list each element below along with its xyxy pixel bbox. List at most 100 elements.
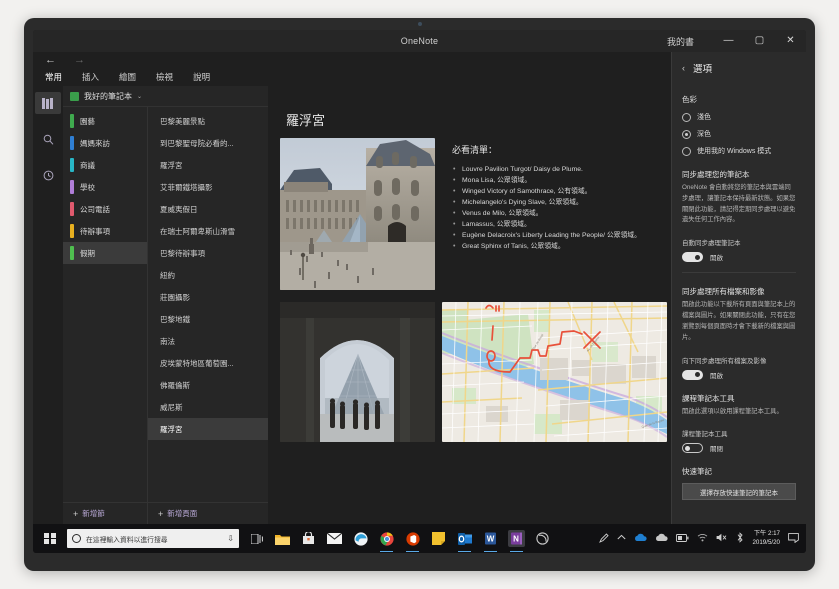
tab-home[interactable]: 常用 xyxy=(45,71,62,83)
close-button[interactable]: ✕ xyxy=(775,30,806,52)
page-item[interactable]: 羅浮宮 xyxy=(148,418,268,440)
search-icon[interactable] xyxy=(35,128,61,150)
section-item[interactable]: 媽媽來訪 xyxy=(63,132,147,154)
notebooks-icon[interactable] xyxy=(35,92,61,114)
network-icon[interactable] xyxy=(697,533,708,544)
add-section-button[interactable]: + 新增節 xyxy=(63,503,147,524)
bluetooth-icon[interactable] xyxy=(736,532,744,545)
class-toggle[interactable] xyxy=(682,443,703,454)
books-glyph xyxy=(42,97,53,109)
files-description: 開啟此功能以下載所有頁面與筆記本上的檔案與圖片。如果關閉此功能，只有在您瀏覽到每… xyxy=(682,301,796,341)
page-item[interactable]: 莊園攝影 xyxy=(148,286,268,308)
onedrive-personal-icon[interactable] xyxy=(655,533,669,544)
section-item[interactable]: 園藝 xyxy=(63,110,147,132)
action-center-icon[interactable] xyxy=(788,532,799,545)
taskbar: 在這裡輸入資料以進行搜尋 ⇩ W N 下午 2:17 2019/5/20 xyxy=(33,524,806,553)
notebook-icon xyxy=(70,91,79,101)
page-item[interactable]: 皮埃蒙特地區葡萄園... xyxy=(148,352,268,374)
page-item[interactable]: 到巴黎聖母院必看的... xyxy=(148,132,268,154)
section-page-columns: 園藝 媽媽來訪 商議 學校 公司電話 待辦事項 假期 + 新增節 巴黎美麗景點 到巴黎聖母院必… xyxy=(63,107,268,524)
tab-help[interactable]: 說明 xyxy=(193,71,210,83)
task-view-icon[interactable] xyxy=(248,530,265,547)
mail-icon[interactable] xyxy=(326,530,343,547)
louvre-pyramid-archway-photo[interactable] xyxy=(280,302,435,442)
section-item[interactable]: 公司電話 xyxy=(63,198,147,220)
back-chevron-icon[interactable]: ‹ xyxy=(682,63,685,73)
louvre-courtyard-photo[interactable] xyxy=(280,138,435,290)
radio-icon-selected xyxy=(682,129,691,139)
file-explorer-icon[interactable] xyxy=(274,530,291,547)
start-button[interactable] xyxy=(33,524,67,553)
tab-insert[interactable]: 插入 xyxy=(82,71,99,83)
color-option-windows[interactable]: 使用我的 Windows 模式 xyxy=(682,146,796,156)
quick-notes-title: 快速筆記 xyxy=(682,467,712,477)
search-placeholder: 在這裡輸入資料以進行搜尋 xyxy=(86,536,168,544)
page-item[interactable]: 在瑞士阿爾卑斯山滑雪 xyxy=(148,220,268,242)
edge-icon[interactable] xyxy=(352,530,369,547)
cortana-icon[interactable] xyxy=(534,530,551,547)
auto-sync-toggle[interactable] xyxy=(682,252,703,263)
page-item[interactable]: 佛羅倫斯 xyxy=(148,374,268,396)
tab-draw[interactable]: 繪圖 xyxy=(119,71,136,83)
auto-sync-toggle-row[interactable]: 開啟 xyxy=(682,252,796,263)
battery-icon[interactable] xyxy=(676,533,689,544)
download-toggle-row[interactable]: 開啟 xyxy=(682,369,796,380)
minimize-button[interactable]: — xyxy=(713,30,744,52)
page-item[interactable]: 羅浮宮 xyxy=(148,154,268,176)
settings-flyout: ‹ 選項 色彩 淺色 深色 使用我的 Windows 模式 同步處理您的筆記本 xyxy=(671,52,806,524)
onenote-icon[interactable]: N xyxy=(508,530,525,552)
page-item[interactable]: 巴黎美麗景點 xyxy=(148,110,268,132)
taskbar-clock[interactable]: 下午 2:17 2019/5/20 xyxy=(752,530,780,547)
add-page-button[interactable]: + 新增頁面 xyxy=(148,503,268,524)
navigation-pane: 我好的筆記本 ⌄ 園藝 媽媽來訪 商議 學校 公司電話 待辦事項 假期 + 新增節 xyxy=(63,86,268,524)
choose-quick-notes-button[interactable]: 選擇存放快速筆記的筆記本 xyxy=(682,483,796,501)
office-icon[interactable] xyxy=(404,530,421,552)
page-item[interactable]: 威尼斯 xyxy=(148,396,268,418)
volume-icon[interactable] xyxy=(716,533,728,544)
sticky-notes-icon[interactable] xyxy=(430,530,447,547)
page-item[interactable]: 艾菲爾鐵塔攝影 xyxy=(148,176,268,198)
plus-icon: + xyxy=(158,508,164,519)
clock-time: 下午 2:17 xyxy=(753,530,780,538)
section-item[interactable]: 商議 xyxy=(63,154,147,176)
page-item[interactable]: 紐約 xyxy=(148,264,268,286)
show-hidden-icons-chevron[interactable] xyxy=(617,534,627,543)
sync-description: OneNote 會自動將您的筆記本與雲端同步處理，讓筆記本保持最新狀態。如果您關… xyxy=(682,184,796,224)
page-item[interactable]: 巴黎地鐵 xyxy=(148,308,268,330)
color-section-title: 色彩 xyxy=(682,95,697,104)
running-indicator xyxy=(406,550,419,552)
color-option-light[interactable]: 淺色 xyxy=(682,112,796,122)
tab-view[interactable]: 檢視 xyxy=(156,71,173,83)
download-toggle[interactable] xyxy=(682,369,703,380)
class-section-title: 課程筆記本工具 xyxy=(682,393,735,403)
section-item[interactable]: 學校 xyxy=(63,176,147,198)
recent-icon[interactable] xyxy=(35,164,61,186)
page-item[interactable]: 南法 xyxy=(148,330,268,352)
outlook-icon[interactable] xyxy=(456,530,473,552)
page-title[interactable]: 羅浮宮 xyxy=(286,110,325,129)
microsoft-store-icon[interactable] xyxy=(300,530,317,547)
notebook-name: 我好的筆記本 xyxy=(84,91,132,101)
search-input[interactable]: 在這裡輸入資料以進行搜尋 ⇩ xyxy=(67,529,239,548)
chevron-down-icon: ⌄ xyxy=(137,93,143,100)
paris-map-with-ink[interactable]: Rue de Rivoli Av. de l'Opéra Quai de la … xyxy=(442,302,667,442)
class-toggle-row[interactable]: 關閉 xyxy=(682,443,796,454)
section-item[interactable]: 待辦事項 xyxy=(63,220,147,242)
color-option-dark[interactable]: 深色 xyxy=(682,129,796,139)
back-arrow-icon[interactable]: ← xyxy=(45,54,56,66)
onedrive-icon[interactable] xyxy=(634,533,648,544)
pen-tray-icon[interactable] xyxy=(599,532,610,545)
page-item[interactable]: 夏威夷假日 xyxy=(148,198,268,220)
divider xyxy=(682,272,796,274)
page-item[interactable]: 巴黎待辦事項 xyxy=(148,242,268,264)
section-item[interactable]: 假期 xyxy=(63,242,147,264)
maximize-button[interactable]: ▢ xyxy=(744,30,775,52)
plus-icon: + xyxy=(73,508,79,519)
radio-icon xyxy=(682,112,691,122)
notebook-selector[interactable]: 我好的筆記本 ⌄ xyxy=(63,86,268,107)
class-toggle-label: 課程筆記本工具 xyxy=(682,431,728,439)
forward-arrow-icon[interactable]: → xyxy=(74,54,85,66)
chrome-icon[interactable] xyxy=(378,530,395,552)
microphone-icon[interactable]: ⇩ xyxy=(227,534,234,543)
word-icon[interactable]: W xyxy=(482,530,499,552)
